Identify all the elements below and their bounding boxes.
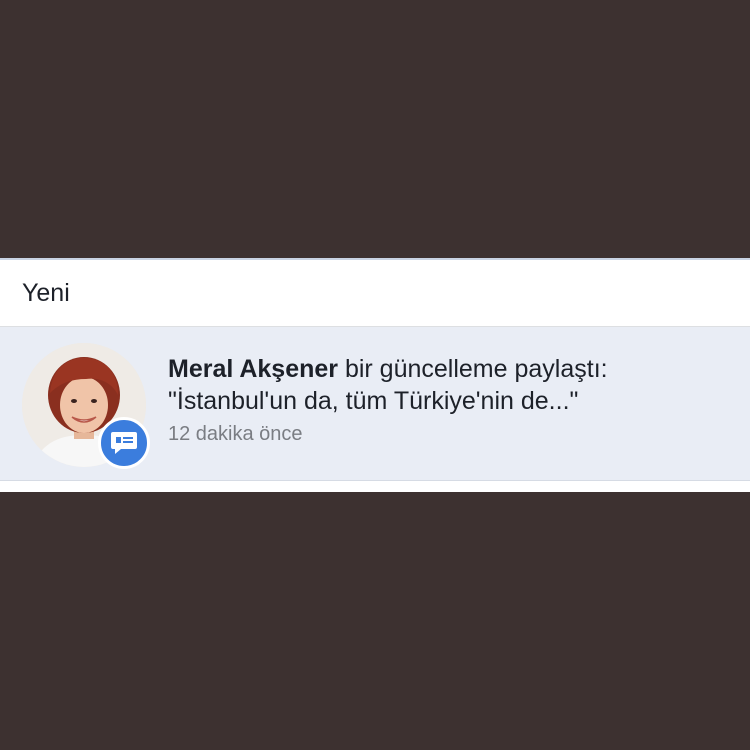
quote-text: "İstanbul'un da, tüm Türkiye'nin de..." xyxy=(168,387,579,415)
section-header: Yeni xyxy=(0,260,750,327)
section-title: Yeni xyxy=(22,278,70,307)
comment-badge xyxy=(98,417,150,469)
actor-name[interactable]: Meral Akşener xyxy=(168,355,338,383)
action-text: bir güncelleme paylaştı: xyxy=(344,355,608,383)
notification-headline: Meral Akşener bir güncelleme paylaştı: xyxy=(168,353,728,385)
timestamp: 12 dakika önce xyxy=(168,423,303,445)
comment-icon xyxy=(111,432,137,454)
notification-text: Meral Akşener bir güncelleme paylaştı: "… xyxy=(168,353,728,446)
notifications-panel: Yeni Meral Akşener bir güncelleme paylaş… xyxy=(0,258,750,492)
avatar-wrapper xyxy=(22,343,150,469)
notification-item[interactable]: Meral Akşener bir güncelleme paylaştı: "… xyxy=(0,327,750,481)
